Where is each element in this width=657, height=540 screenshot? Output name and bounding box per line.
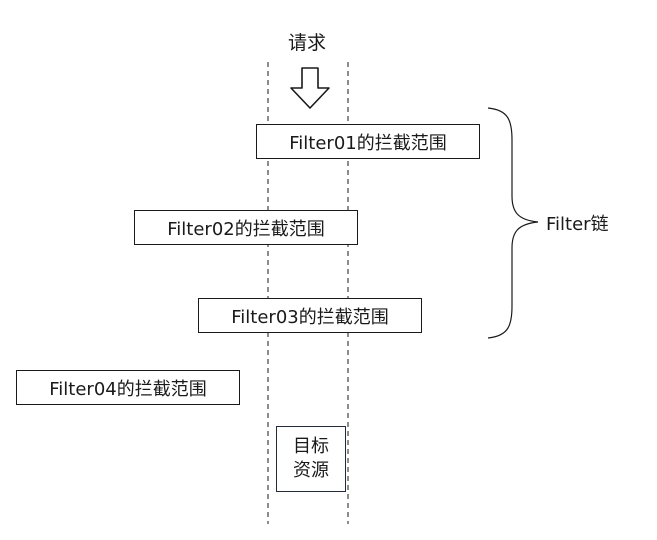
request-label: 请求 <box>288 32 327 54</box>
filter04-box: Filter04的拦截范围 <box>16 370 240 405</box>
down-arrow-icon <box>290 67 330 109</box>
chain-brace <box>487 107 539 339</box>
target-line1: 目标 <box>293 436 329 457</box>
target-line2: 资源 <box>293 460 329 481</box>
target-resource-box: 目标 资源 <box>276 426 346 492</box>
filter-chain-label: Filter链 <box>546 214 609 235</box>
filter02-box: Filter02的拦截范围 <box>134 210 358 245</box>
filter01-box: Filter01的拦截范围 <box>256 124 480 159</box>
filter03-box: Filter03的拦截范围 <box>198 298 422 333</box>
